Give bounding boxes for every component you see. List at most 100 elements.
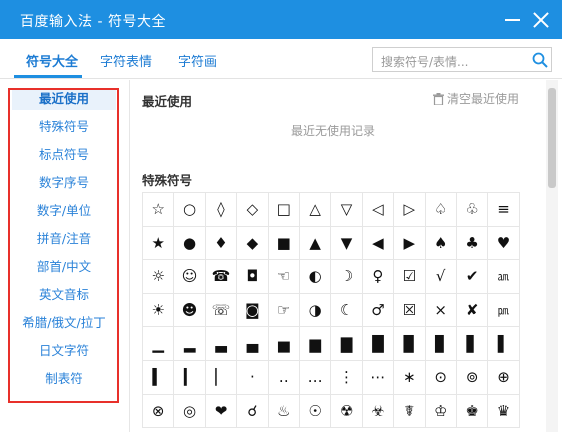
symbol-cell[interactable]: ◘ — [236, 259, 269, 294]
symbol-cell[interactable]: · — [236, 359, 269, 395]
symbol-cell[interactable]: ♥ — [487, 225, 520, 261]
symbol-row: ☀ ☻ ☏ ◙ ☞ ◑ ☾ ♂ ☒ × ✘ ㏘ — [142, 292, 520, 328]
tab-symbols[interactable]: 符号大全 — [26, 51, 78, 70]
tab-ascii-art[interactable]: 字符画 — [178, 51, 217, 70]
symbol-cell[interactable]: ☣ — [361, 393, 395, 429]
search-icon[interactable] — [531, 51, 549, 69]
symbol-row: ★ ● ♦ ◆ ■ ▲ ▼ ◀ ▶ ♠ ♣ ♥ — [142, 225, 520, 261]
symbol-cell[interactable]: ☌ — [236, 393, 269, 429]
symbol-cell[interactable]: ▁ — [142, 326, 175, 361]
symbol-cell[interactable]: ▅ — [267, 326, 300, 361]
symbol-cell[interactable]: ⊗ — [142, 393, 175, 429]
symbol-cell[interactable]: ▊ — [424, 326, 457, 361]
symbol-cell[interactable]: ▄ — [236, 326, 269, 361]
symbol-cell[interactable]: ▼ — [330, 225, 363, 261]
symbol-cell[interactable]: ☑ — [393, 259, 426, 294]
tab-emoticons[interactable]: 字符表情 — [100, 51, 152, 70]
symbol-cell[interactable]: ㏂ — [487, 259, 520, 294]
symbol-cell[interactable]: ● — [173, 225, 206, 261]
symbol-cell[interactable]: ▷ — [393, 192, 426, 227]
recent-empty-text: 最近无使用记录 — [291, 124, 376, 138]
symbol-cell[interactable]: ∗ — [393, 359, 426, 395]
symbol-cell[interactable]: ▍ — [142, 359, 175, 395]
search-input[interactable]: 搜索符号/表情... — [372, 47, 552, 72]
symbol-cell[interactable]: ☻ — [173, 292, 206, 328]
symbol-cell[interactable]: ◊ — [204, 192, 238, 227]
scrollbar[interactable] — [546, 80, 558, 432]
symbol-cell[interactable]: ◑ — [298, 292, 332, 328]
symbol-cell[interactable]: ◆ — [236, 225, 269, 261]
symbol-cell[interactable]: ■ — [267, 225, 300, 261]
symbol-cell[interactable]: ♠ — [424, 225, 457, 261]
symbol-cell[interactable]: ⊚ — [455, 359, 489, 395]
symbol-cell[interactable]: ♔ — [424, 393, 457, 429]
symbol-cell[interactable]: ☜ — [267, 259, 300, 294]
symbol-row: ☆ ○ ◊ ◇ □ △ ▽ ◁ ▷ ♤ ♧ ≡ — [142, 192, 520, 227]
symbol-cell[interactable]: ☎ — [204, 259, 238, 294]
symbol-cell[interactable]: ‥ — [267, 359, 300, 395]
symbol-cell[interactable]: ⊙ — [424, 359, 457, 395]
symbol-cell[interactable]: ◎ — [173, 393, 206, 429]
symbol-cell[interactable]: ☾ — [330, 292, 363, 328]
symbol-cell[interactable]: ♦ — [204, 225, 238, 261]
symbol-cell[interactable]: ☺ — [173, 259, 206, 294]
symbol-cell[interactable]: ☀ — [142, 292, 175, 328]
symbol-cell[interactable]: ♛ — [487, 393, 520, 429]
symbol-cell[interactable]: ★ — [142, 225, 175, 261]
symbol-cell[interactable]: △ — [298, 192, 332, 227]
symbol-cell[interactable]: ◁ — [361, 192, 395, 227]
symbol-cell[interactable]: ♚ — [455, 393, 489, 429]
symbol-cell[interactable]: ☤ — [393, 393, 426, 429]
minimize-icon[interactable] — [501, 8, 525, 32]
symbol-cell[interactable]: ▲ — [298, 225, 332, 261]
symbol-cell[interactable]: ☒ — [393, 292, 426, 328]
symbol-cell[interactable]: ☞ — [267, 292, 300, 328]
symbol-cell[interactable]: █ — [361, 326, 395, 361]
symbol-cell[interactable]: ▶ — [393, 225, 426, 261]
symbol-cell[interactable]: ▃ — [204, 326, 238, 361]
symbol-cell[interactable]: ✘ — [455, 292, 489, 328]
symbol-cell[interactable]: √ — [424, 259, 457, 294]
symbol-cell[interactable]: ♧ — [455, 192, 489, 227]
symbol-cell[interactable]: ▇ — [330, 326, 363, 361]
symbol-cell[interactable]: ♂ — [361, 292, 395, 328]
symbol-cell[interactable]: □ — [267, 192, 300, 227]
sidebar-highlight-box — [8, 88, 119, 403]
symbol-cell[interactable]: ☉ — [298, 393, 332, 429]
symbol-cell[interactable]: × — [424, 292, 457, 328]
clear-recent-button[interactable]: 清空最近使用 — [433, 90, 519, 107]
symbol-cell[interactable]: ▆ — [298, 326, 332, 361]
symbol-cell[interactable]: ♣ — [455, 225, 489, 261]
symbol-cell[interactable]: … — [298, 359, 332, 395]
symbol-cell[interactable]: ◇ — [236, 192, 269, 227]
symbol-cell[interactable]: ☼ — [142, 259, 175, 294]
symbol-cell[interactable]: ▽ — [330, 192, 363, 227]
symbol-cell[interactable]: ☽ — [330, 259, 363, 294]
symbol-cell[interactable]: ❤ — [204, 393, 238, 429]
close-icon[interactable] — [530, 8, 554, 32]
symbol-cell[interactable]: ♨ — [267, 393, 300, 429]
symbol-cell[interactable]: ☆ — [142, 192, 175, 227]
symbol-cell[interactable]: ⊕ — [487, 359, 520, 395]
symbol-cell[interactable]: ⋯ — [361, 359, 395, 395]
symbol-cell[interactable]: ㏘ — [487, 292, 520, 328]
symbol-cell[interactable]: ♀ — [361, 259, 395, 294]
symbol-cell[interactable]: ○ — [173, 192, 206, 227]
symbol-cell[interactable]: ☏ — [204, 292, 238, 328]
symbol-cell[interactable]: ✔ — [455, 259, 489, 294]
symbol-cell[interactable]: ◐ — [298, 259, 332, 294]
symbol-cell[interactable]: ▂ — [173, 326, 206, 361]
symbol-cell[interactable]: ▎ — [173, 359, 206, 395]
symbol-cell[interactable]: ◙ — [236, 292, 269, 328]
symbol-cell[interactable]: ▌ — [487, 326, 520, 361]
symbol-cell[interactable]: ▉ — [393, 326, 426, 361]
symbol-cell[interactable]: ⋮ — [330, 359, 363, 395]
symbol-cell[interactable]: ▏ — [204, 359, 238, 395]
symbol-cell[interactable]: ≡ — [487, 192, 520, 227]
symbol-cell[interactable]: ♤ — [424, 192, 457, 227]
symbol-cell[interactable]: ☢ — [330, 393, 363, 429]
window-title: 百度输入法 - 符号大全 — [20, 14, 166, 30]
symbol-cell[interactable]: ◀ — [361, 225, 395, 261]
scrollbar-thumb[interactable] — [548, 88, 556, 188]
symbol-cell[interactable]: ▋ — [455, 326, 489, 361]
